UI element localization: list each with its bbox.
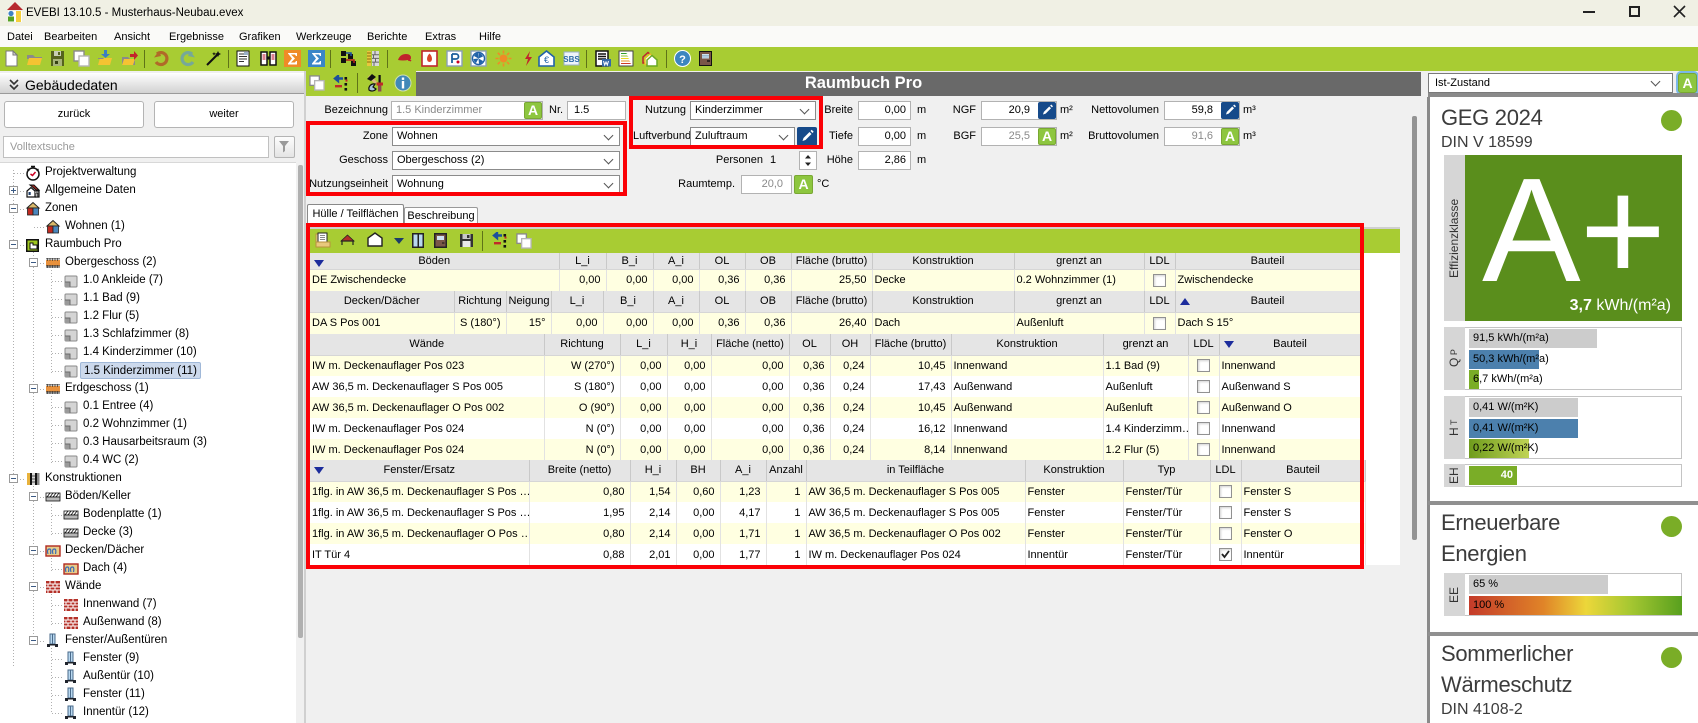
svg-text:?: ? — [679, 54, 686, 66]
svg-text:SBS: SBS — [563, 55, 580, 64]
svg-text:€: € — [544, 55, 549, 65]
